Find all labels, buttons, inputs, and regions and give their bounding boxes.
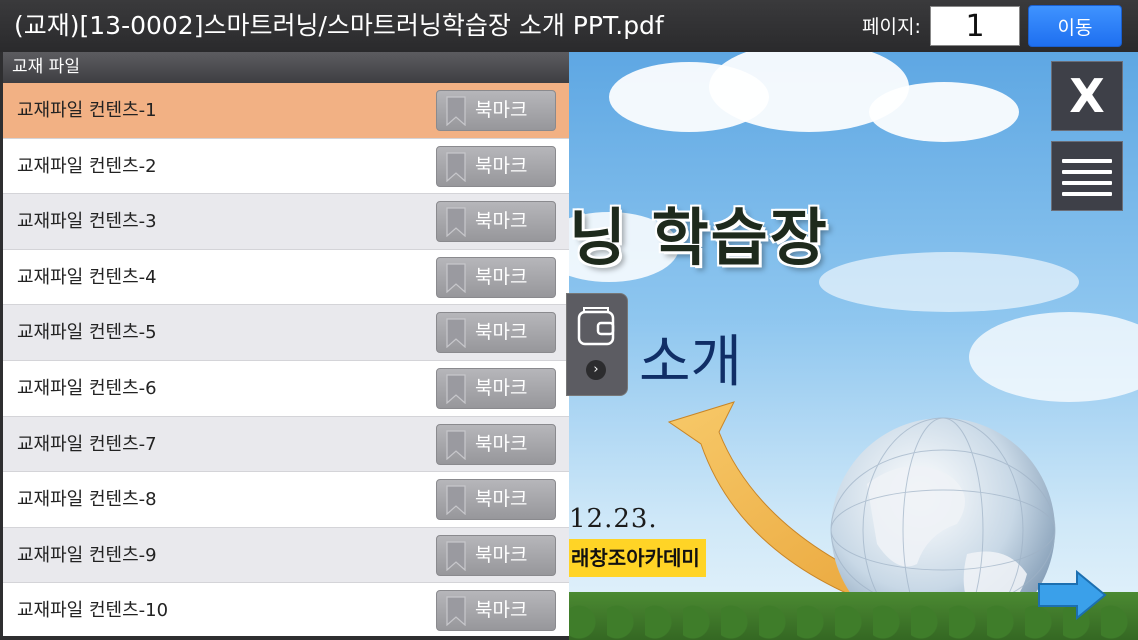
bookmark-label: 북마크: [475, 210, 528, 233]
bookmark-button[interactable]: 북마크: [436, 590, 556, 632]
bookmark-label: 북마크: [475, 376, 528, 399]
close-button[interactable]: X: [1051, 61, 1123, 131]
file-list-item[interactable]: 교재파일 컨텐츠-8 북마크: [3, 472, 569, 528]
file-item-label: 교재파일 컨텐츠-8: [17, 489, 157, 511]
slide-date: 12.23.: [569, 504, 658, 534]
bookmark-button[interactable]: 북마크: [436, 256, 556, 298]
bookmark-button[interactable]: 북마크: [436, 479, 556, 521]
bookmark-icon: [446, 374, 466, 404]
bookmark-button[interactable]: 북마크: [436, 367, 556, 409]
go-button[interactable]: 이동: [1028, 5, 1122, 47]
file-item-label: 교재파일 컨텐츠-10: [17, 600, 169, 622]
menu-button[interactable]: [1051, 141, 1123, 211]
bookmark-button[interactable]: 북마크: [436, 145, 556, 187]
bookmark-icon: [446, 318, 466, 349]
page-label: 페이지:: [862, 16, 921, 38]
bookmark-icon: [446, 485, 466, 516]
file-item-label: 교재파일 컨텐츠-7: [17, 433, 157, 455]
bookmark-icon: [446, 429, 466, 460]
bookmark-label: 북마크: [475, 543, 528, 566]
hamburger-menu-icon: [1062, 159, 1112, 163]
bookmark-button[interactable]: 북마크: [436, 312, 556, 354]
file-item-label: 교재파일 컨텐츠-1: [17, 100, 157, 121]
bookmark-button[interactable]: 북마크: [436, 201, 556, 243]
wallet-icon: [577, 307, 615, 346]
file-list: 교재파일 컨텐츠-1 북마크 교재파일 컨텐츠-2 북마크 교재파일 컨텐츠-3 북마크 교…: [3, 83, 569, 636]
slide-title: 닝 학습장: [569, 201, 829, 274]
panel-title: 교재 파일: [3, 52, 569, 83]
bookmark-icon: [446, 207, 466, 238]
bookmark-label: 북마크: [475, 99, 528, 121]
bookmark-icon: [446, 96, 466, 126]
bookmark-label: 북마크: [475, 432, 528, 455]
top-bar: (교재)[13-0002]스마트러닝/스마트러닝학습장 소개 PPT.pdf 페…: [0, 0, 1138, 52]
file-list-item[interactable]: 교재파일 컨텐츠-5 북마크: [3, 305, 569, 361]
file-list-item[interactable]: 교재파일 컨텐츠-6 북마크: [3, 361, 569, 417]
file-item-label: 교재파일 컨텐츠-5: [17, 322, 157, 344]
file-list-item[interactable]: 교재파일 컨텐츠-1 북마크: [3, 83, 569, 139]
bookmark-label: 북마크: [475, 488, 528, 511]
file-list-panel: 교재 파일 교재파일 컨텐츠-1 북마크 교재파일 컨텐츠-2 북마크 교재파일 컨텐츠…: [3, 52, 569, 636]
bookmark-icon: [446, 541, 466, 571]
file-item-label: 교재파일 컨텐츠-2: [17, 155, 157, 177]
document-title: (교재)[13-0002]스마트러닝/스마트러닝학습장 소개 PPT.pdf: [14, 11, 664, 40]
file-list-item[interactable]: 교재파일 컨텐츠-7 북마크: [3, 416, 569, 473]
bookmark-label: 북마크: [475, 321, 528, 344]
file-item-label: 교재파일 컨텐츠-9: [17, 544, 157, 566]
bookmark-icon: [446, 596, 466, 627]
file-list-item[interactable]: 교재파일 컨텐츠-9 북마크: [3, 527, 569, 584]
file-list-item[interactable]: 교재파일 컨텐츠-2 북마크: [3, 139, 569, 195]
file-list-item[interactable]: 교재파일 컨텐츠-3 북마크: [3, 194, 569, 250]
file-item-label: 교재파일 컨텐츠-3: [17, 211, 157, 233]
bookmark-button[interactable]: 북마크: [436, 423, 556, 465]
bookmark-button[interactable]: 북마크: [436, 534, 556, 576]
bookmark-label: 북마크: [475, 265, 528, 288]
close-icon: X: [1069, 69, 1105, 123]
drawer-toggle-button[interactable]: ›: [566, 293, 628, 396]
file-item-label: 교재파일 컨텐츠-6: [17, 377, 157, 399]
file-item-label: 교재파일 컨텐츠-4: [17, 266, 157, 288]
bookmark-button[interactable]: 북마크: [436, 90, 556, 131]
chevron-right-icon: ›: [586, 360, 606, 380]
bookmark-icon: [446, 151, 466, 182]
slide-organization: 래창조아카데미: [569, 539, 706, 577]
page-number-input[interactable]: [930, 6, 1020, 46]
bookmark-icon: [446, 263, 466, 293]
bookmark-label: 북마크: [475, 599, 528, 622]
file-list-item[interactable]: 교재파일 컨텐츠-4 북마크: [3, 250, 569, 306]
file-list-item[interactable]: 교재파일 컨텐츠-10 북마크: [3, 583, 569, 636]
bookmark-label: 북마크: [475, 154, 528, 177]
arrow-right-icon[interactable]: [1037, 570, 1107, 620]
